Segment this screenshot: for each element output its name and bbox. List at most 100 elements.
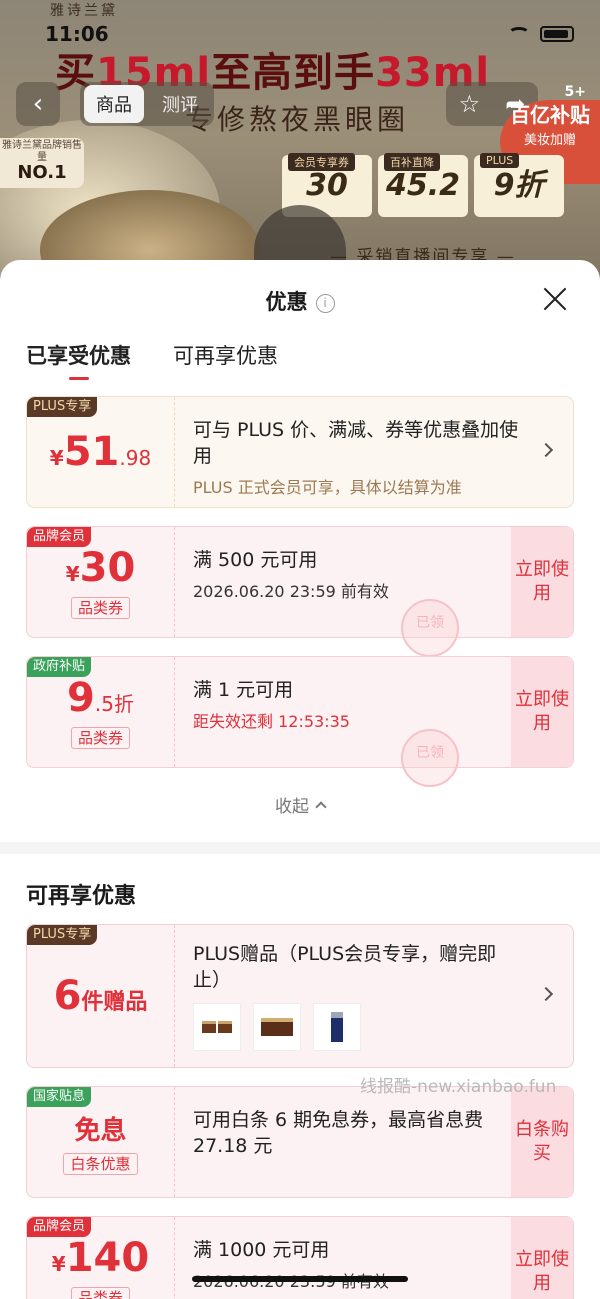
close-icon[interactable] <box>542 286 568 312</box>
amount-decimal: .98 <box>119 446 152 470</box>
amount: 6 <box>53 973 82 1019</box>
star-icon[interactable]: ☆ <box>459 90 481 118</box>
tab-review[interactable]: 测评 <box>150 85 210 123</box>
bottle-icon <box>331 1012 343 1042</box>
coupon-value: 国家贴息 免息 白条优惠 <box>27 1087 175 1197</box>
price-box-value: 45.2 <box>385 168 461 203</box>
claimed-stamp: 已领 <box>401 599 459 657</box>
coupon-tag: 品牌会员 <box>27 527 92 547</box>
product-backdrop: 雅诗兰黛 买15ml至高到手33ml 专修熬夜黑眼圈 11:06 ‹ 商品 测评… <box>0 0 600 300</box>
coupon-amount: 9.5折 <box>67 675 134 721</box>
coupon-value: 品牌会员 ¥30 品类券 <box>27 527 175 637</box>
coupon-desc: 满 1000 元可用 2026.06.20 23:59 前有效 <box>175 1217 511 1299</box>
use-now-button[interactable]: 立即使用 <box>511 527 573 637</box>
price-boxes: 会员专享券 30 百补直降 45.2 PLUS 9折 <box>282 153 564 217</box>
section-title-more: 可再享优惠 <box>26 884 137 909</box>
price-box-tag: 百补直降 <box>384 153 440 171</box>
coupon-plus[interactable]: PLUS专享 ¥51.98 可与 PLUS 价、满减、券等优惠叠加使用 PLUS… <box>26 396 574 508</box>
coupon-title: 可用白条 6 期免息券，最高省息费 27.18 元 <box>193 1109 484 1157</box>
coupon-gov-subsidy: 政府补贴 9.5折 品类券 满 1 元可用 距失效还剩 12:53:35 已领 … <box>26 656 574 787</box>
amount: 9 <box>67 675 95 721</box>
subsidy-sub: 美妆加赠 <box>523 133 576 148</box>
use-now-button[interactable]: 立即使用 <box>511 657 573 767</box>
coupon-value: 品牌会员 ¥140 品类券 <box>27 1217 175 1299</box>
subsidy-title: 百亿补贴 <box>510 103 590 127</box>
coupon-kind: 品类券 <box>70 1287 130 1299</box>
status-icons <box>508 26 574 42</box>
price-box-tag: PLUS <box>480 153 520 168</box>
collapse-label: 收起 <box>275 797 309 817</box>
coupon-tag: 政府补贴 <box>27 657 92 677</box>
baitiao-buy-button[interactable]: 白条购买 <box>511 1087 573 1197</box>
price-box-value: 9折 <box>493 168 545 203</box>
status-time: 11:06 <box>45 22 109 46</box>
coupon-plus-gifts[interactable]: PLUS专享 6件赠品 PLUS赠品（PLUS会员专享，赠完即止） <box>26 924 574 1068</box>
price-box-tag: 会员专享券 <box>288 153 355 171</box>
promo-subline: 专修熬夜黑眼圈 <box>185 103 410 136</box>
coupon-sub: 2026.06.20 23:59 前有效 <box>193 582 389 601</box>
amount: 30 <box>79 545 136 591</box>
coupon-title: 可与 PLUS 价、满减、券等优惠叠加使用 <box>193 419 519 467</box>
coupon-title: 满 1 元可用 <box>193 679 294 701</box>
gift-thumb-eye-cream <box>253 1003 301 1051</box>
collapse-button[interactable]: 收起 <box>0 792 600 817</box>
back-button[interactable]: ‹ <box>16 82 60 126</box>
coupon-countdown: 距失效还剩 12:53:35 <box>193 712 350 731</box>
no1-caption: 雅诗兰黛品牌销售量 <box>2 140 82 163</box>
coupon-brand-140: 品牌会员 ¥140 品类券 满 1000 元可用 2026.06.20 23:5… <box>26 1216 574 1299</box>
price-box: PLUS 9折 <box>474 153 564 217</box>
home-indicator[interactable] <box>192 1276 408 1282</box>
brand-text: 雅诗兰黛 <box>50 3 118 19</box>
coupon-value: PLUS专享 ¥51.98 <box>27 397 175 507</box>
watermark: 线报酷-new.xianbao.fun <box>360 1077 557 1097</box>
use-now-button[interactable]: 立即使用 <box>511 1217 573 1299</box>
chevron-left-icon: ‹ <box>32 89 44 119</box>
discount-tabs: 已享受优惠 可再享优惠 <box>26 340 278 380</box>
amount-suffix: 件赠品 <box>81 990 148 1015</box>
coupon-tag: 国家贴息 <box>27 1087 92 1107</box>
coupon-desc: 满 500 元可用 2026.06.20 23:59 前有效 已领 <box>175 527 511 657</box>
jar-icon <box>261 1018 293 1036</box>
claimed-stamp: 已领 <box>401 729 459 787</box>
currency: ¥ <box>51 1252 66 1276</box>
coupon-sub: 2026.06.20 23:59 前有效 <box>193 1271 491 1293</box>
coupon-tag: PLUS专享 <box>27 925 98 945</box>
screen: 雅诗兰黛 买15ml至高到手33ml 专修熬夜黑眼圈 11:06 ‹ 商品 测评… <box>0 0 600 1299</box>
section-divider <box>0 842 600 854</box>
gift-thumb-cream-pair <box>193 1003 241 1051</box>
coupon-amount: ¥51.98 <box>50 429 151 475</box>
sheet-header: 优惠 i <box>0 260 600 338</box>
coupon-interest-free: 国家贴息 免息 白条优惠 可用白条 6 期免息券，最高省息费 27.18 元 白… <box>26 1086 574 1198</box>
price-box-value: 30 <box>306 168 348 203</box>
battery-icon <box>540 26 574 42</box>
chevron-up-icon <box>315 801 327 813</box>
amount: 51 <box>63 429 120 475</box>
message-badge: 5+ <box>564 84 586 100</box>
more-list: PLUS专享 6件赠品 PLUS赠品（PLUS会员专享，赠完即止） 国家贴息 免… <box>26 924 574 1299</box>
jar-icon <box>218 1021 232 1033</box>
coupon-value: 政府补贴 9.5折 品类券 <box>27 657 175 767</box>
sheet-title-text: 优惠 <box>265 290 308 314</box>
coupon-kind: 白条优惠 <box>63 1152 138 1175</box>
coupon-amount: ¥30 <box>66 545 136 591</box>
no1-badge: 雅诗兰黛品牌销售量 NO.1 <box>0 138 84 188</box>
coupon-amount: ¥140 <box>52 1235 149 1281</box>
tab-enjoyed[interactable]: 已享受优惠 <box>26 340 131 380</box>
price-box: 百补直降 45.2 <box>378 153 468 217</box>
coupon-kind: 品类券 <box>70 727 130 749</box>
tab-more[interactable]: 可再享优惠 <box>173 340 278 370</box>
coupon-title: PLUS赠品（PLUS会员专享，赠完即止） <box>193 943 497 991</box>
coupon-value: PLUS专享 6件赠品 <box>27 925 175 1067</box>
product-nav-tabs: 商品 测评 <box>80 82 214 126</box>
coupon-tag: PLUS专享 <box>27 397 98 417</box>
coupon-sub: PLUS 正式会员可享，具体以结算为准 <box>193 478 462 497</box>
amount: 140 <box>65 1235 150 1281</box>
coupon-desc: 可用白条 6 期免息券，最高省息费 27.18 元 <box>175 1087 511 1197</box>
jar-icon <box>202 1021 216 1033</box>
amount-suffix: .5折 <box>94 692 134 716</box>
info-icon[interactable]: i <box>315 294 335 313</box>
sheet-title: 优惠 i <box>0 286 600 316</box>
discount-sheet: 优惠 i 已享受优惠 可再享优惠 PLUS专享 ¥51.98 可与 PLUS 价、… <box>0 260 600 1299</box>
tab-product[interactable]: 商品 <box>84 85 144 123</box>
coupon-brand-30: 品牌会员 ¥30 品类券 满 500 元可用 2026.06.20 23:59 … <box>26 526 574 657</box>
